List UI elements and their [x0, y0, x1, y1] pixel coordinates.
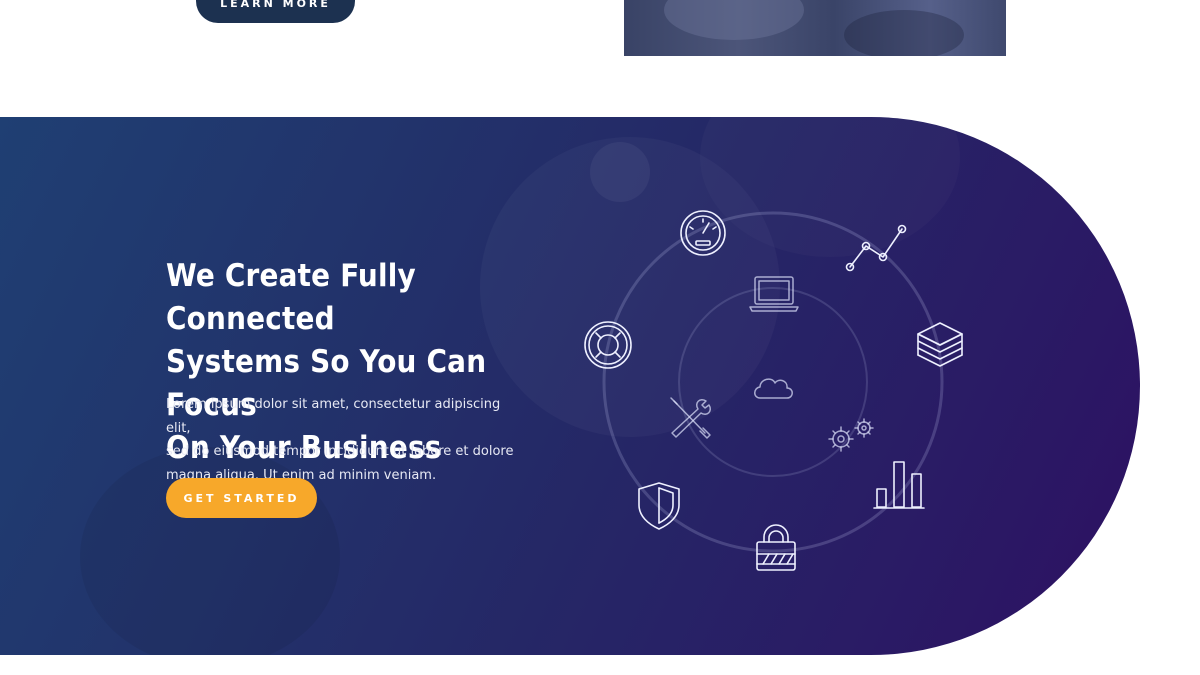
lock-icon	[756, 524, 796, 571]
hero-section: We Create Fully Connected Systems So You…	[0, 117, 1140, 655]
headline-line: We Create Fully Connected	[166, 258, 416, 337]
learn-more-button[interactable]: LEARN MORE	[196, 0, 355, 23]
description-line: sed do eiusmod tempor incididunt ut labo…	[166, 444, 514, 459]
get-started-button[interactable]: GET STARTED	[166, 478, 317, 518]
top-photo	[624, 0, 1006, 56]
description-line: Lorem ipsum dolor sit amet, consectetur …	[166, 397, 501, 436]
layers-icon	[917, 322, 963, 367]
shield-icon	[638, 482, 680, 530]
cloud-icon	[754, 378, 793, 399]
connected-systems-diagram	[584, 210, 963, 571]
tools-icon	[670, 397, 712, 439]
speedometer-icon	[680, 210, 726, 256]
hero-description: Lorem ipsum dolor sit amet, consectetur …	[166, 393, 526, 487]
laptop-icon	[749, 276, 799, 312]
